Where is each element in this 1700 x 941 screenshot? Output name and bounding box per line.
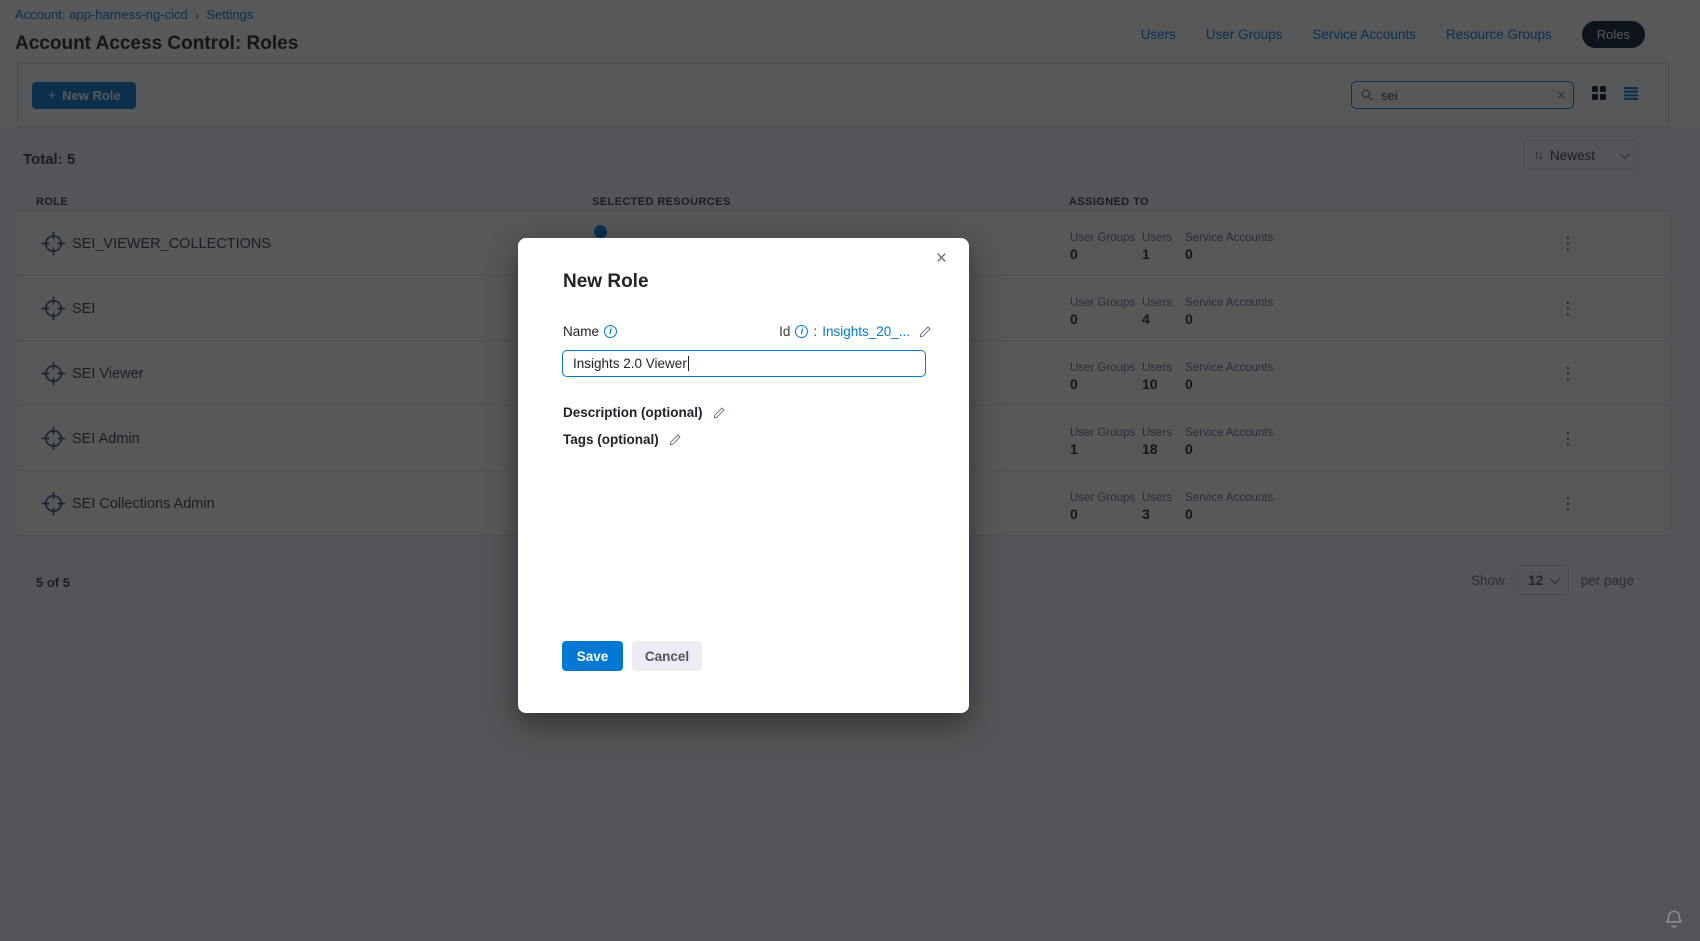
name-id-row: Name i Id i : Insights_20_... [563,324,932,339]
name-field-label: Name i [563,324,617,339]
tags-row: Tags (optional) [563,432,682,447]
role-name-value: Insights 2.0 Viewer [573,356,687,371]
cancel-button[interactable]: Cancel [632,641,702,671]
edit-description-pencil-icon[interactable] [712,406,726,420]
tags-label: Tags (optional) [563,432,659,447]
edit-id-pencil-icon[interactable] [918,325,932,339]
description-label: Description (optional) [563,405,703,420]
role-id-group: Id i : Insights_20_... [779,324,932,339]
info-icon: i [795,325,808,338]
id-label: Id [779,324,790,339]
save-button[interactable]: Save [562,641,623,671]
description-row: Description (optional) [563,405,726,420]
edit-tags-pencil-icon[interactable] [668,433,682,447]
id-colon: : [813,324,817,339]
roles-page: Account: app-harness-ng-cicd › Settings … [0,0,1700,941]
text-caret [688,356,690,371]
modal-actions: Save Cancel [562,641,702,671]
info-icon: i [604,325,617,338]
close-icon[interactable]: × [936,248,947,270]
role-name-input[interactable]: Insights 2.0 Viewer [562,350,926,377]
name-label-text: Name [563,324,599,339]
bell-icon[interactable] [1663,908,1685,935]
modal-title: New Role [563,271,649,293]
role-id-value[interactable]: Insights_20_... [822,324,910,339]
new-role-modal: × New Role Name i Id i : Insights_20_...… [518,238,969,713]
